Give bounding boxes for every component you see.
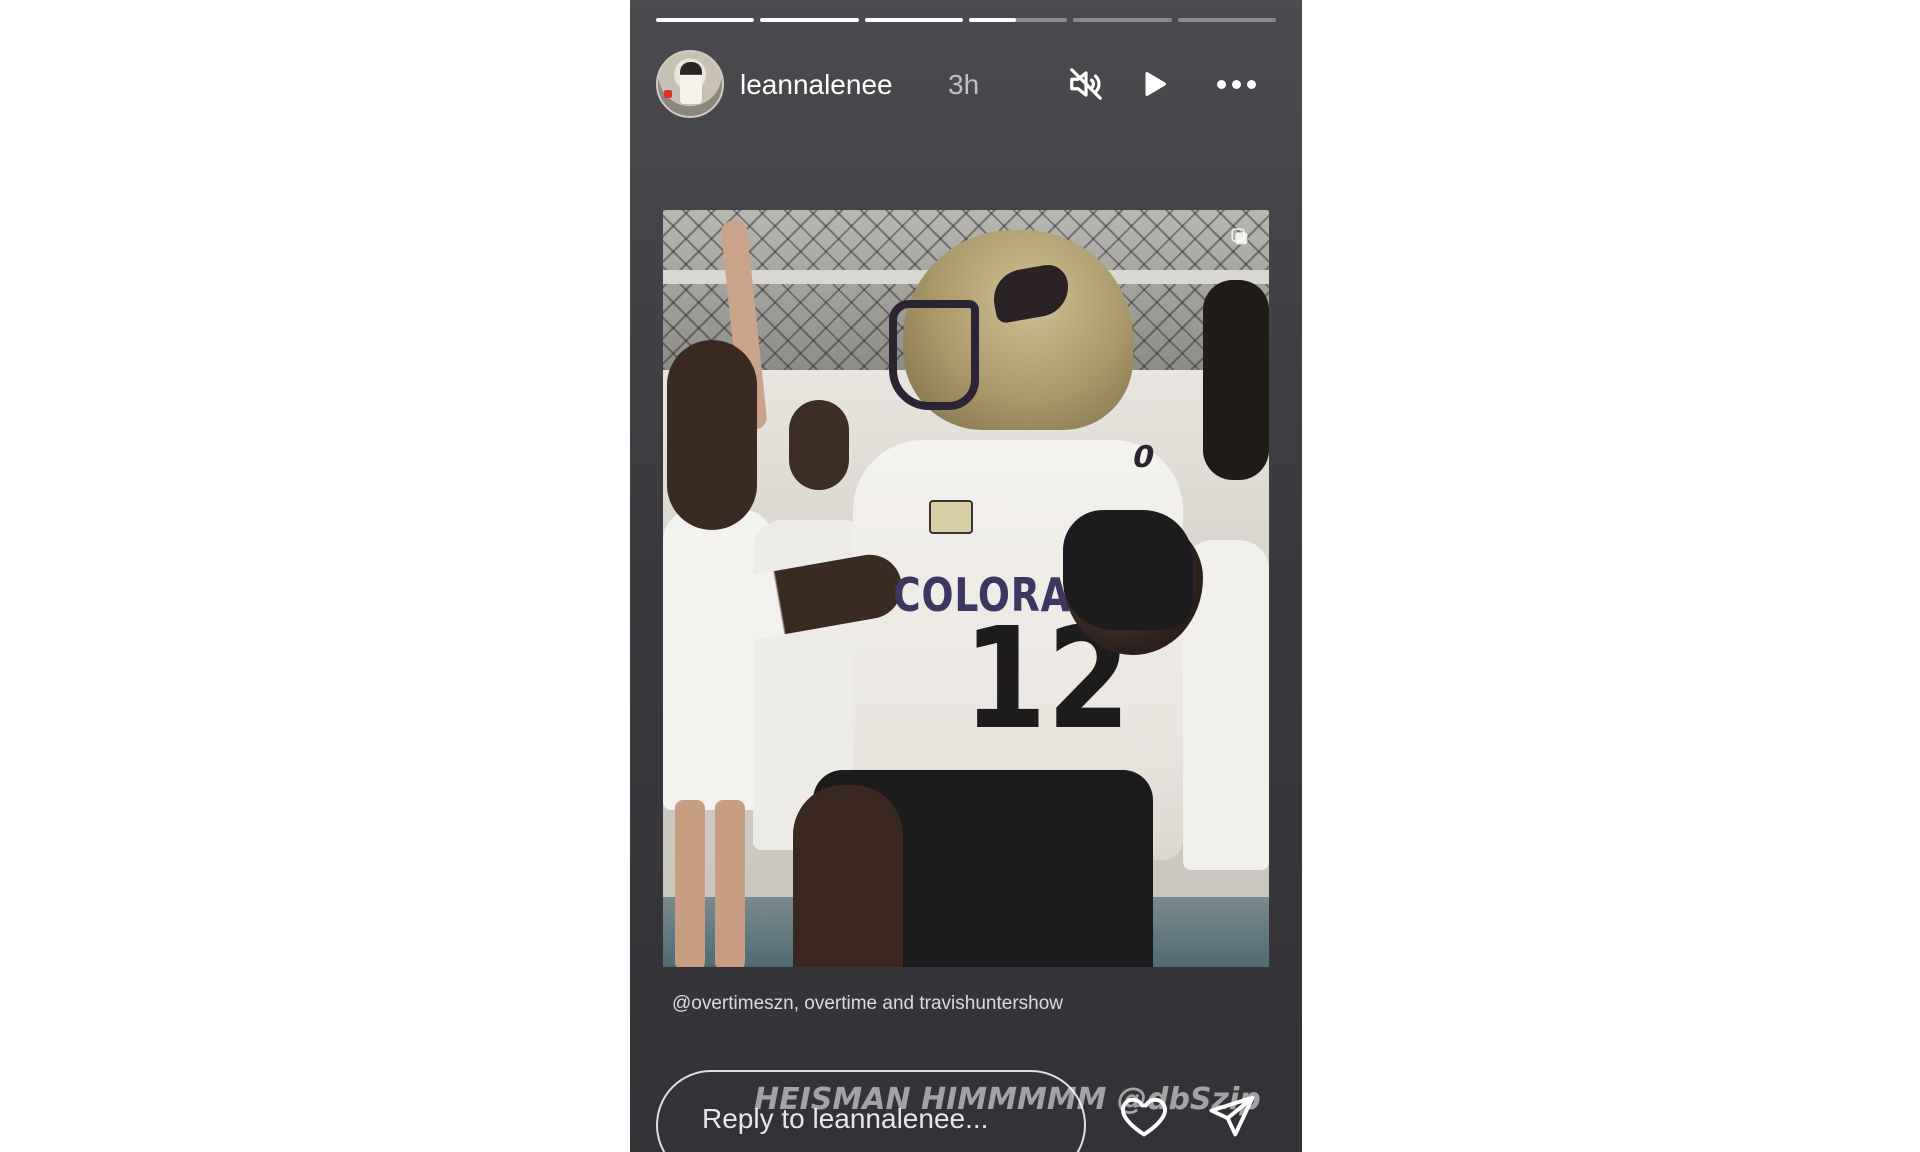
progress-segment [760,18,859,22]
paper-plane-icon [1209,1095,1255,1137]
speaker-muted-icon [1070,68,1102,100]
progress-segment [656,18,755,22]
story-progress-bar [656,18,1276,22]
more-dot [1246,79,1256,89]
progress-segment [1073,18,1172,22]
story-timestamp: 3h [948,69,980,100]
play-icon [1145,71,1167,97]
more-dot [1231,79,1241,89]
avatar-accent [664,90,672,98]
cheerleader-left-hair [667,340,757,530]
progress-segment-fill [864,18,963,22]
share-button[interactable] [1202,1090,1262,1150]
story-header: leannalenee 3h [656,48,1276,120]
more-horizontal-icon [1216,79,1226,89]
copy-square-icon [1231,228,1248,245]
progress-segment [968,18,1068,22]
cheerleader-middle-hair [789,400,849,490]
page: leannalenee 3h COLORA 12 0 @overtimeszn,… [0,0,1920,1152]
progress-segment-fill [760,18,859,22]
more-options-button[interactable] [1206,60,1266,108]
cheerleader-right-hair [1203,280,1269,480]
helmet-facemask [889,300,979,410]
player-knee [793,785,903,967]
author-avatar[interactable] [656,50,724,118]
mute-button[interactable] [1062,60,1110,108]
progress-segment [864,18,963,22]
player-glove [1063,510,1193,630]
media-credits[interactable]: @overtimeszn, overtime and travishunters… [672,992,1063,1016]
story-caption: HEISMAN HIMMMMM @dbSzip [754,1082,1261,1117]
progress-segment-fill [968,18,1017,22]
progress-segment-fill [656,18,755,22]
story-viewer: leannalenee 3h COLORA 12 0 @overtimeszn,… [630,0,1302,1152]
heart-outline-icon [1121,1097,1167,1137]
story-media[interactable]: COLORA 12 0 [663,210,1269,967]
avatar-figure [680,62,702,104]
progress-segment [1177,18,1276,22]
like-button[interactable] [1114,1090,1174,1150]
author-username[interactable]: leannalenee [740,68,893,102]
conference-patch [929,500,973,534]
cheerleader-leg [675,800,705,967]
play-button[interactable] [1130,60,1178,108]
cheerleader-leg [715,800,745,967]
